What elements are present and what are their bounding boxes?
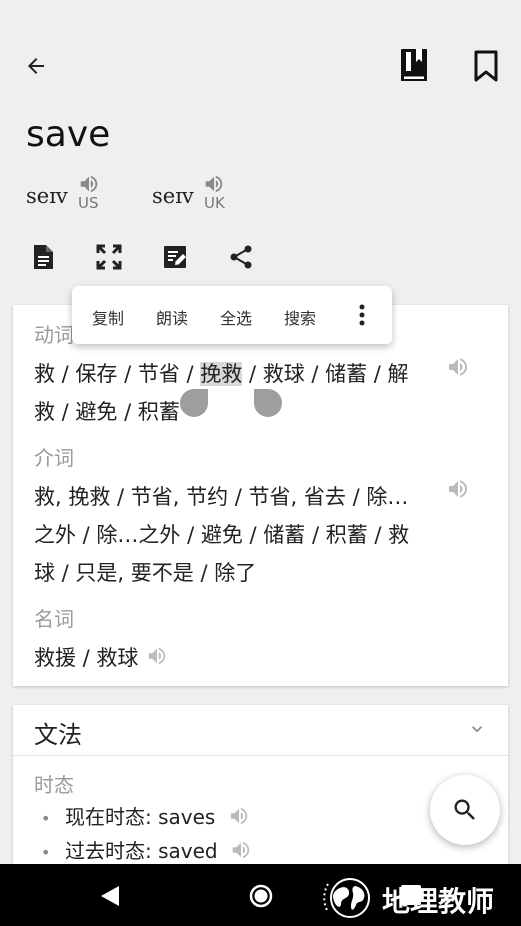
bookmark-button[interactable] bbox=[466, 46, 506, 86]
back-button[interactable] bbox=[18, 48, 54, 84]
menu-select-all[interactable]: 全选 bbox=[220, 305, 252, 329]
share-button[interactable] bbox=[224, 240, 258, 274]
menu-copy[interactable]: 复制 bbox=[92, 305, 124, 329]
noun-meanings[interactable]: 救援 / 救球 bbox=[34, 639, 434, 679]
menu-read-aloud[interactable]: 朗读 bbox=[156, 305, 188, 329]
more-options-icon[interactable] bbox=[358, 304, 366, 330]
tense-row: • 过去时态: saved bbox=[41, 835, 252, 866]
speaker-icon[interactable] bbox=[228, 805, 250, 832]
book-icon bbox=[401, 49, 427, 81]
headword: save bbox=[26, 114, 111, 155]
nav-home-icon[interactable] bbox=[248, 883, 274, 913]
tense-value: saves bbox=[158, 805, 216, 829]
meaning-line: 球 / 只是, 要不是 / 除了 bbox=[34, 561, 257, 585]
speaker-icon[interactable] bbox=[230, 839, 252, 866]
pronunciation-us: seɪv US bbox=[26, 170, 116, 216]
tense-label: 过去时态: bbox=[65, 839, 152, 863]
back-arrow-icon bbox=[28, 58, 44, 74]
divider bbox=[13, 755, 508, 756]
share-icon bbox=[230, 245, 252, 269]
region-label: US bbox=[78, 194, 99, 212]
pos-label-verb: 动词 bbox=[34, 323, 74, 347]
speaker-icon[interactable] bbox=[146, 641, 168, 679]
speaker-icon[interactable] bbox=[446, 355, 470, 383]
selection-handle-start[interactable] bbox=[180, 389, 208, 417]
tense-row: • 现在时态: saves bbox=[41, 801, 250, 832]
document-button[interactable] bbox=[26, 240, 60, 274]
preposition-meanings[interactable]: 救, 挽救 / 节省, 节约 / 节省, 省去 / 除… 之外 / 除…之外 /… bbox=[34, 478, 434, 592]
bullet-icon: • bbox=[41, 843, 51, 862]
selected-text[interactable]: 挽救 bbox=[200, 362, 243, 386]
meaning-text: / 救球 / 储蓄 / 解 bbox=[242, 362, 409, 386]
speaker-icon[interactable] bbox=[446, 477, 470, 505]
nav-back-icon[interactable] bbox=[99, 884, 121, 912]
section-label-tense: 时态 bbox=[34, 773, 74, 797]
watermark: 地理教师 bbox=[318, 874, 518, 920]
fullscreen-icon bbox=[96, 244, 122, 270]
watermark-text: 地理教师 bbox=[382, 885, 495, 918]
phonetic-text: seɪv bbox=[152, 184, 194, 208]
note-edit-icon bbox=[164, 246, 186, 268]
tense-value: saved bbox=[158, 839, 218, 863]
text-selection-menu: 复制 朗读 全选 搜索 bbox=[72, 286, 392, 344]
verb-meanings[interactable]: 救 / 保存 / 节省 / 挽救 / 救球 / 储蓄 / 解 救 / 避免 / … bbox=[34, 355, 434, 431]
pos-label-preposition: 介词 bbox=[34, 446, 74, 470]
meaning-line: 救援 / 救球 bbox=[34, 639, 434, 679]
pronunciation-uk: seɪv UK bbox=[152, 170, 242, 216]
selection-handle-end[interactable] bbox=[254, 389, 282, 417]
note-edit-button[interactable] bbox=[158, 240, 192, 274]
meaning-line: 之外 / 除…之外 / 避免 / 储蓄 / 积蓄 / 救 bbox=[34, 523, 410, 547]
globe-logo-icon bbox=[320, 876, 378, 924]
meaning-line: 救, 挽救 / 节省, 节约 / 节省, 省去 / 除… bbox=[34, 485, 409, 509]
bullet-icon: • bbox=[41, 809, 51, 828]
search-fab[interactable] bbox=[430, 775, 500, 845]
search-icon bbox=[454, 799, 475, 820]
phonetic-text: seɪv bbox=[26, 184, 68, 208]
meaning-line: 救 / 避免 / 积蓄 bbox=[34, 400, 180, 424]
menu-search[interactable]: 搜索 bbox=[284, 305, 316, 329]
meaning-text: 救援 / 救球 bbox=[34, 646, 139, 670]
fullscreen-button[interactable] bbox=[92, 240, 126, 274]
wordbook-button[interactable] bbox=[394, 44, 434, 86]
meaning-line: 救 / 保存 / 节省 / 挽救 / 救球 / 储蓄 / 解 bbox=[34, 355, 434, 393]
definitions-card: 动词 救 / 保存 / 节省 / 挽救 / 救球 / 储蓄 / 解 救 / 避免… bbox=[13, 305, 508, 686]
meaning-text: 救 / 保存 / 节省 / bbox=[34, 362, 201, 386]
pos-label-noun: 名词 bbox=[34, 607, 74, 631]
bookmark-icon bbox=[474, 50, 498, 82]
region-label: UK bbox=[204, 194, 225, 212]
document-icon bbox=[34, 245, 53, 269]
app-header: save seɪv US seɪv UK bbox=[0, 0, 521, 292]
chevron-down-icon[interactable] bbox=[467, 719, 487, 743]
system-nav-bar: 地理教师 bbox=[0, 864, 521, 926]
grammar-title: 文法 bbox=[34, 721, 82, 749]
tense-label: 现在时态: bbox=[65, 805, 152, 829]
